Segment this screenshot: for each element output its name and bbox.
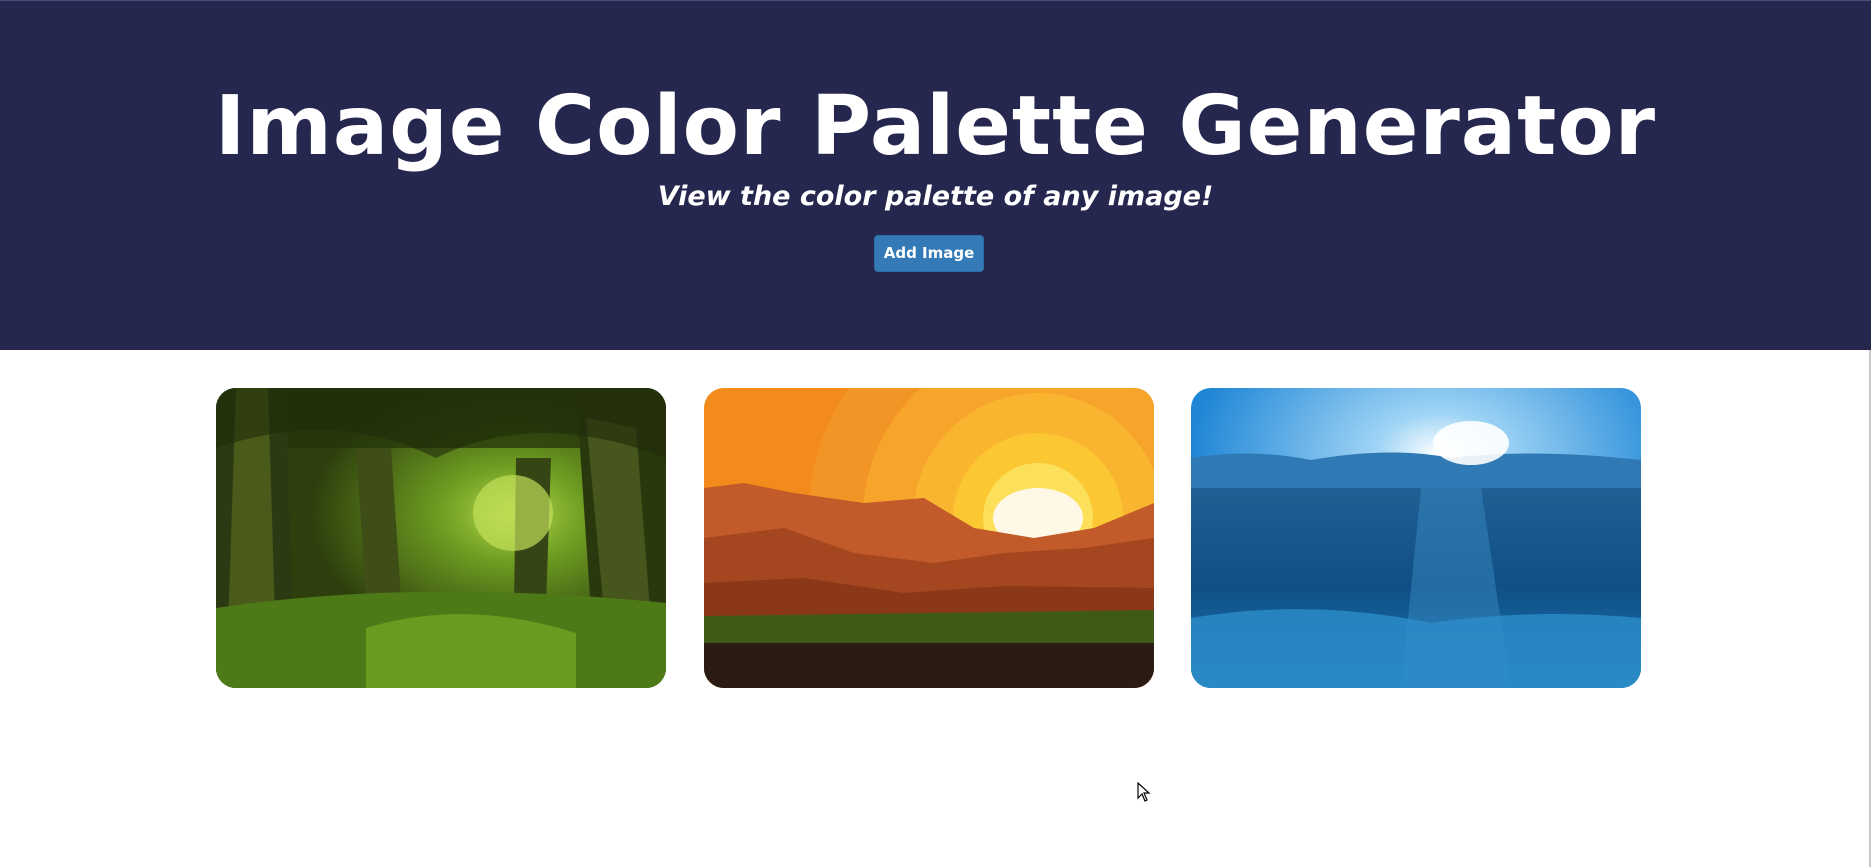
forest-image-card[interactable] xyxy=(216,388,666,688)
page: Image Color Palette Generator View the c… xyxy=(0,0,1871,867)
ocean-image xyxy=(1191,388,1641,688)
page-subtitle: View the color palette of any image! xyxy=(657,181,1214,212)
add-image-button[interactable]: Add Image xyxy=(874,235,984,272)
forest-image xyxy=(216,388,666,688)
header-banner: Image Color Palette Generator View the c… xyxy=(0,0,1871,350)
mouse-cursor-icon xyxy=(1137,782,1151,802)
page-title: Image Color Palette Generator xyxy=(214,79,1657,174)
sunset-image xyxy=(704,388,1154,688)
ocean-image-card[interactable] xyxy=(1191,388,1641,688)
sunset-image-card[interactable] xyxy=(704,388,1154,688)
